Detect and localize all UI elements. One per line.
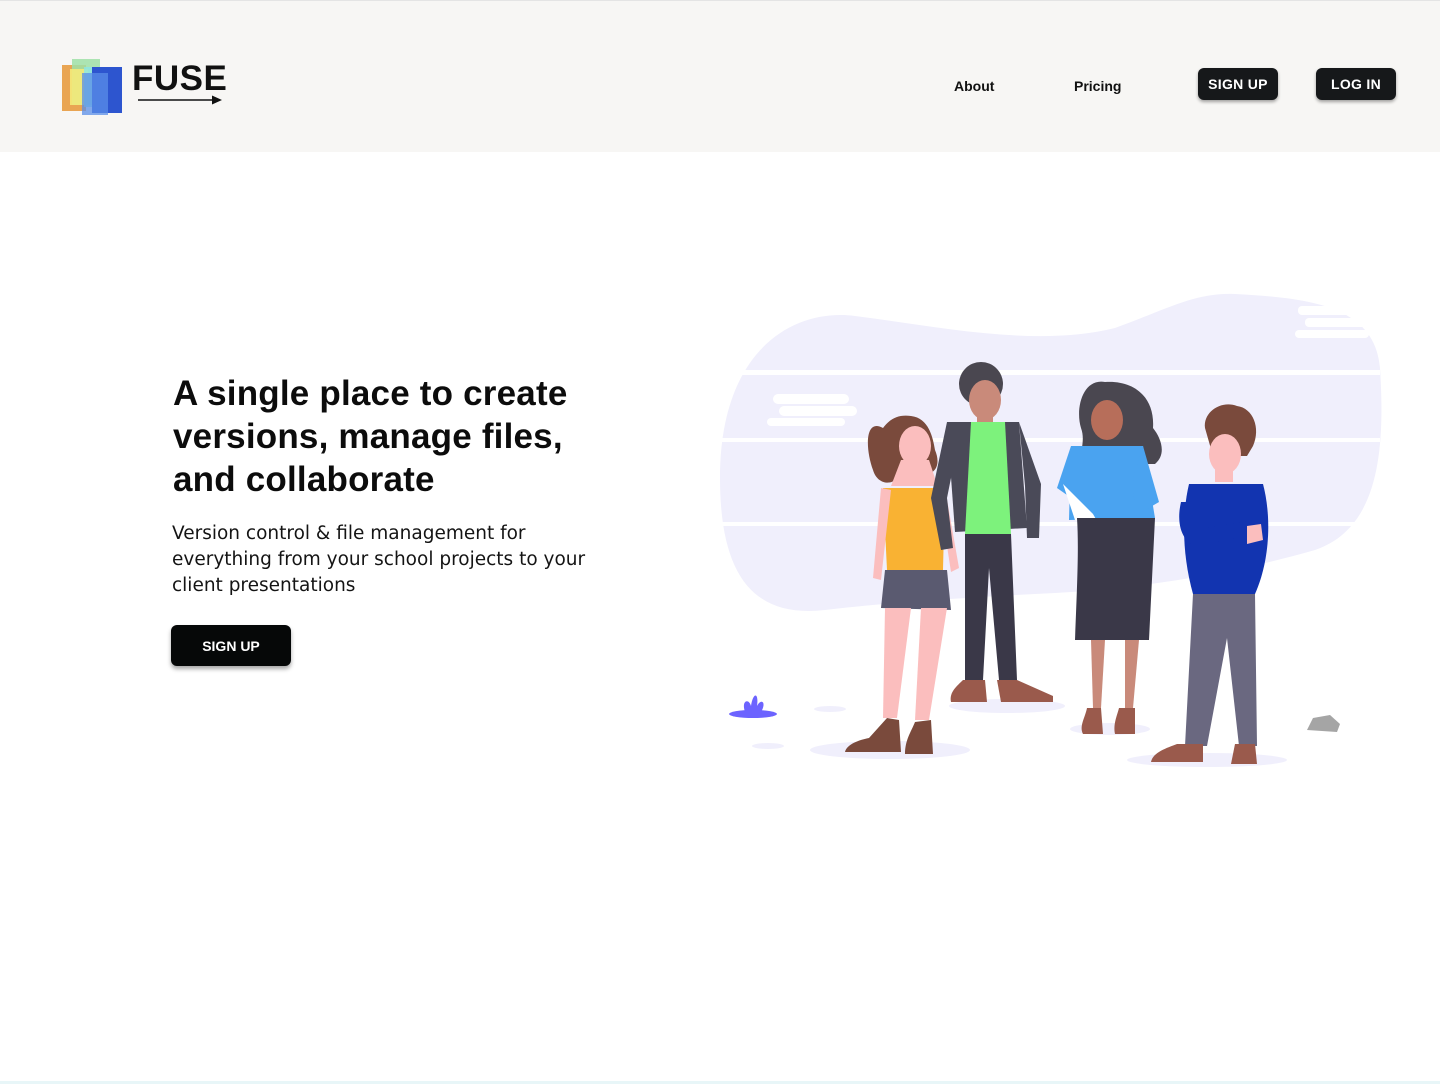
site-header: FUSE About Pricing SIGN UP LOG IN bbox=[0, 0, 1440, 152]
nav-link-about[interactable]: About bbox=[954, 77, 994, 95]
hero-signup-button[interactable]: SIGN UP bbox=[171, 625, 291, 666]
arrow-right-icon bbox=[138, 95, 222, 105]
logo-text: FUSE bbox=[132, 59, 228, 98]
team-illustration bbox=[715, 293, 1382, 767]
hero-title: A single place to create versions, manag… bbox=[173, 374, 568, 499]
hero-subtitle: Version control & file management for ev… bbox=[172, 523, 586, 596]
header-signup-button[interactable]: SIGN UP bbox=[1198, 68, 1278, 100]
logo-mark-icon bbox=[62, 59, 122, 115]
nav-link-pricing[interactable]: Pricing bbox=[1074, 77, 1121, 95]
header-login-button[interactable]: LOG IN bbox=[1316, 68, 1396, 100]
fuse-logo[interactable]: FUSE bbox=[62, 59, 228, 119]
